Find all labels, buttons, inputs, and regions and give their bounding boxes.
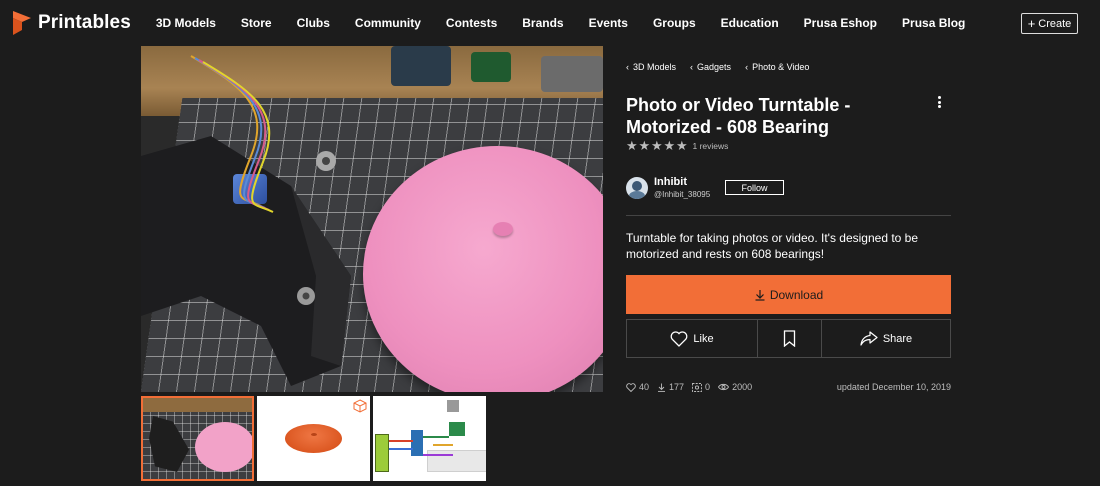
chevron-left-icon: ‹ bbox=[626, 62, 629, 72]
chevron-left-icon: ‹ bbox=[745, 62, 749, 72]
model-rating: ★ ★ ★ ★ ★ 1 reviews bbox=[626, 138, 729, 153]
diagram-wire bbox=[423, 454, 453, 456]
thumbnail-strip bbox=[141, 396, 489, 481]
thumbnail-orange-plate bbox=[285, 424, 342, 453]
breadcrumb-3d-models[interactable]: ‹ 3D Models bbox=[626, 62, 676, 72]
reviews-count[interactable]: 1 reviews bbox=[693, 141, 729, 151]
updated-date: updated December 10, 2019 bbox=[836, 382, 951, 392]
diagram-lcd bbox=[375, 434, 389, 472]
share-label: Share bbox=[882, 332, 913, 345]
brand-name: Printables bbox=[38, 12, 131, 33]
thumbnail-table bbox=[143, 398, 252, 412]
nav-brands[interactable]: Brands bbox=[522, 16, 563, 30]
model-actions: Like Share bbox=[626, 319, 951, 358]
nav-clubs[interactable]: Clubs bbox=[297, 16, 330, 30]
nav-groups[interactable]: Groups bbox=[653, 16, 696, 30]
bookmark-icon bbox=[783, 330, 796, 347]
heart-icon bbox=[626, 382, 636, 392]
breadcrumb-label: Gadgets bbox=[697, 62, 732, 72]
heart-icon bbox=[670, 330, 688, 347]
top-navigation-bar: Printables 3D Models Store Clubs Communi… bbox=[0, 0, 1100, 46]
downloads-count: 177 bbox=[669, 382, 685, 392]
share-button[interactable]: Share bbox=[821, 320, 950, 357]
like-label: Like bbox=[693, 332, 714, 345]
thumbnail-disc bbox=[195, 422, 252, 472]
author-info: Inhibit @Inhibit_38095 bbox=[626, 176, 710, 199]
download-icon bbox=[755, 289, 765, 301]
divider bbox=[626, 215, 951, 216]
diagram-relay bbox=[449, 422, 465, 436]
create-button[interactable]: + Create bbox=[1021, 13, 1078, 34]
nav-prusa-eshop[interactable]: Prusa Eshop bbox=[804, 16, 877, 30]
makes-icon bbox=[692, 382, 702, 392]
views-count: 2000 bbox=[732, 382, 753, 392]
model-stats: 40 177 0 2000 bbox=[626, 382, 760, 392]
thumbnail-photo-turntable[interactable] bbox=[141, 396, 254, 481]
author-avatar[interactable] bbox=[626, 176, 648, 199]
thumbnail-plate-hub bbox=[311, 433, 317, 436]
more-options-icon[interactable] bbox=[935, 94, 943, 110]
likes-stat: 40 bbox=[626, 382, 649, 392]
share-icon bbox=[860, 331, 878, 346]
main-nav: 3D Models Store Clubs Community Contests… bbox=[156, 16, 991, 30]
star-icon: ★ bbox=[676, 138, 688, 153]
eye-icon bbox=[718, 383, 730, 391]
breadcrumb: ‹ 3D Models ‹ Gadgets ‹ Photo & Video bbox=[626, 62, 823, 72]
star-icon: ★ bbox=[626, 138, 638, 153]
diagram-wire bbox=[433, 444, 453, 446]
views-stat: 2000 bbox=[718, 382, 752, 392]
download-label: Download bbox=[769, 287, 824, 302]
nav-community[interactable]: Community bbox=[355, 16, 421, 30]
diagram-controller bbox=[411, 430, 423, 456]
author-handle: @Inhibit_38095 bbox=[654, 190, 711, 199]
model-description: Turntable for taking photos or video. It… bbox=[626, 231, 919, 261]
nav-3d-models[interactable]: 3D Models bbox=[156, 16, 216, 30]
makes-count: 0 bbox=[705, 382, 711, 392]
nav-events[interactable]: Events bbox=[589, 16, 628, 30]
like-button[interactable]: Like bbox=[627, 320, 757, 357]
plus-icon: + bbox=[1027, 16, 1036, 31]
nav-contests[interactable]: Contests bbox=[446, 16, 497, 30]
makes-stat: 0 bbox=[692, 382, 710, 392]
downloads-stat: 177 bbox=[657, 382, 684, 392]
star-icon: ★ bbox=[638, 138, 651, 153]
rating-stars: ★ ★ ★ ★ ★ bbox=[626, 138, 689, 153]
diagram-wire bbox=[423, 436, 449, 438]
star-icon: ★ bbox=[663, 138, 676, 153]
star-icon: ★ bbox=[651, 138, 663, 153]
image-circuit-board bbox=[471, 52, 511, 82]
main-model-image[interactable] bbox=[141, 46, 603, 392]
create-label: Create bbox=[1038, 17, 1072, 30]
nav-prusa-blog[interactable]: Prusa Blog bbox=[902, 16, 965, 30]
breadcrumb-gadgets[interactable]: ‹ Gadgets bbox=[690, 62, 731, 72]
printables-logo-icon bbox=[13, 11, 31, 35]
3d-cube-icon bbox=[353, 399, 367, 413]
nav-store[interactable]: Store bbox=[241, 16, 272, 30]
breadcrumb-label: 3D Models bbox=[633, 62, 677, 72]
model-title: Photo or Video Turntable - Motorized - 6… bbox=[626, 95, 851, 137]
diagram-module bbox=[447, 400, 459, 412]
author-name[interactable]: Inhibit bbox=[654, 176, 710, 188]
chevron-left-icon: ‹ bbox=[690, 62, 694, 72]
thumbnail-wiring-diagram[interactable] bbox=[373, 396, 486, 481]
printables-logo[interactable]: Printables bbox=[13, 11, 131, 35]
image-disc-hub bbox=[493, 222, 513, 236]
likes-count: 40 bbox=[639, 382, 650, 392]
diagram-wire bbox=[389, 448, 413, 450]
nav-education[interactable]: Education bbox=[721, 16, 779, 30]
download-button[interactable]: Download bbox=[626, 275, 951, 314]
follow-button[interactable]: Follow bbox=[725, 180, 784, 195]
breadcrumb-label: Photo & Video bbox=[752, 62, 810, 72]
breadcrumb-photo-video[interactable]: ‹ Photo & Video bbox=[745, 62, 809, 72]
bookmark-button[interactable] bbox=[757, 320, 821, 357]
image-electronics bbox=[391, 46, 451, 86]
image-breadboard bbox=[541, 56, 603, 92]
thumbnail-render-disc[interactable] bbox=[257, 396, 370, 481]
diagram-wire bbox=[389, 440, 413, 442]
download-icon bbox=[658, 383, 666, 392]
image-wires bbox=[190, 55, 274, 213]
